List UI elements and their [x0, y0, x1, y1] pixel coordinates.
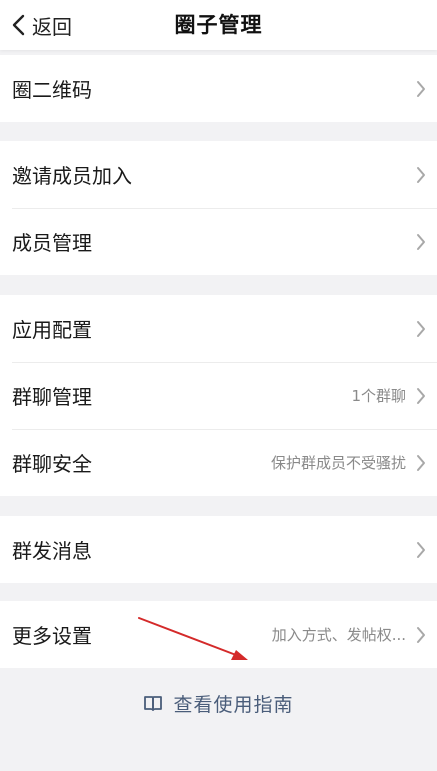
- chevron-right-icon: [417, 541, 425, 558]
- row-label: 圈二维码: [12, 78, 92, 102]
- row-more-settings[interactable]: 更多设置 加入方式、发帖权...: [0, 601, 437, 668]
- row-app-config[interactable]: 应用配置: [0, 295, 437, 362]
- chevron-right-icon: [417, 626, 425, 643]
- row-value: 加入方式、发帖权...: [271, 626, 406, 644]
- section-members: 邀请成员加入 成员管理: [0, 141, 437, 275]
- row-group-chat-security[interactable]: 群聊安全 保护群成员不受骚扰: [0, 429, 437, 496]
- chevron-right-icon: [417, 454, 425, 471]
- row-label: 群发消息: [12, 539, 92, 563]
- chevron-right-icon: [417, 80, 425, 97]
- nav-bar: 返回 圈子管理: [0, 0, 437, 50]
- book-icon: [144, 696, 163, 711]
- row-label: 更多设置: [12, 624, 92, 648]
- section-broadcast: 群发消息: [0, 516, 437, 583]
- section-apps-groups: 应用配置 群聊管理 1个群聊 群聊安全 保护群成员不受骚扰: [0, 295, 437, 496]
- guide-label: 查看使用指南: [173, 693, 294, 716]
- row-label: 成员管理: [12, 231, 92, 255]
- row-invite-members[interactable]: 邀请成员加入: [0, 141, 437, 208]
- row-value: 保护群成员不受骚扰: [270, 454, 406, 472]
- chevron-right-icon: [417, 233, 425, 250]
- chevron-right-icon: [417, 320, 425, 337]
- chevron-right-icon: [417, 387, 425, 404]
- row-group-chat-management[interactable]: 群聊管理 1个群聊: [0, 362, 437, 429]
- chevron-right-icon: [417, 166, 425, 183]
- row-broadcast-message[interactable]: 群发消息: [0, 516, 437, 583]
- row-label: 应用配置: [12, 318, 92, 342]
- row-label: 群聊安全: [12, 452, 92, 476]
- row-circle-qrcode[interactable]: 圈二维码: [0, 55, 437, 122]
- page-title: 圈子管理: [174, 13, 263, 37]
- section-qrcode: 圈二维码: [0, 55, 437, 122]
- row-value: 1个群聊: [351, 387, 406, 405]
- row-member-management[interactable]: 成员管理: [0, 208, 437, 275]
- row-label: 群聊管理: [12, 385, 92, 409]
- usage-guide-link[interactable]: 查看使用指南: [0, 683, 437, 723]
- row-label: 邀请成员加入: [12, 164, 132, 188]
- section-more: 更多设置 加入方式、发帖权...: [0, 601, 437, 668]
